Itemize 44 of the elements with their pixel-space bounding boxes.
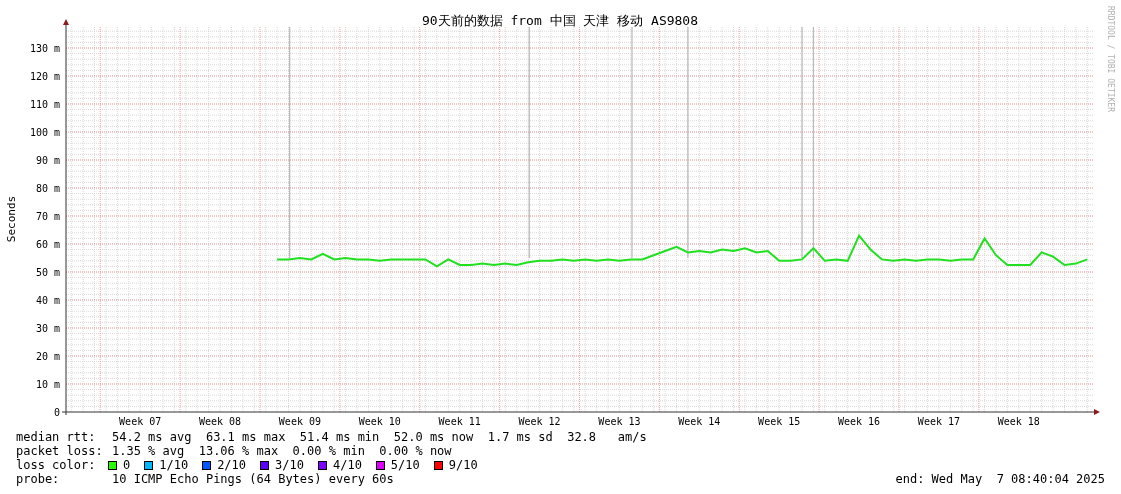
x-tick-label: Week 11 <box>438 416 481 427</box>
credit-text: RRDTOOL / TOBI OETIKER <box>1106 6 1115 112</box>
x-tick-label: Week 15 <box>758 416 801 427</box>
y-tick-label: 70 m <box>35 211 60 222</box>
legend-value: 1.35 % avg 13.06 % max 0.00 % min 0.00 % now <box>112 444 452 458</box>
x-tick-label: Week 18 <box>997 416 1040 427</box>
y-tick-label: 130 m <box>29 43 60 54</box>
y-tick-label: 40 m <box>35 295 60 306</box>
y-tick-label: 120 m <box>29 71 60 82</box>
y-tick-label: 80 m <box>35 183 60 194</box>
loss-color-label: 9/10 <box>448 458 478 472</box>
legend-label: probe: <box>16 472 61 486</box>
y-tick-label: 10 m <box>35 379 60 390</box>
loss-color-label: 3/10 <box>275 458 304 472</box>
x-tick-label: Week 08 <box>198 416 242 427</box>
legend-label: median rtt: <box>16 430 97 444</box>
y-tick-label: 100 m <box>29 127 60 138</box>
loss-color-label: 2/10 <box>217 458 247 472</box>
x-tick-label: Week 14 <box>678 416 721 427</box>
end-time: end: Wed May 7 08:40:04 2025 <box>895 472 1105 486</box>
y-tick-label: 110 m <box>29 99 60 110</box>
legend-value: 10 ICMP Echo Pings (64 Bytes) every 60s <box>112 472 394 486</box>
legend-label: packet loss: <box>16 444 104 458</box>
x-tick-label: Week 17 <box>917 416 961 427</box>
y-tick-label: 20 m <box>35 351 60 362</box>
x-tick-label: Week 09 <box>278 416 321 427</box>
y-tick-label: 90 m <box>35 155 60 166</box>
x-tick-label: Week 07 <box>119 416 162 427</box>
legend-value: 54.2 ms avg 63.1 ms max 51.4 ms min 52.0 ms now 1.7 ms sd 32.8 am/s <box>112 430 647 444</box>
loss-color-label: 1/10 <box>159 458 189 472</box>
chart-title: 90天前的数据 from 中国 天津 移动 AS9808 <box>421 13 699 28</box>
y-tick-label: 30 m <box>35 323 60 334</box>
y-tick-label: 0 <box>53 407 60 418</box>
x-tick-label: Week 13 <box>598 416 641 427</box>
x-tick-label: Week 12 <box>518 416 561 427</box>
y-tick-label: 60 m <box>35 239 60 250</box>
legend-label: loss color: <box>16 458 97 472</box>
x-tick-label: Week 16 <box>838 416 881 427</box>
y-axis-title: Seconds <box>5 195 18 243</box>
x-tick-label: Week 10 <box>358 416 401 427</box>
loss-color-label: 4/10 <box>332 458 362 472</box>
y-tick-label: 50 m <box>35 267 60 278</box>
loss-color-label: 5/10 <box>390 458 420 472</box>
loss-color-label: 0 <box>123 458 131 472</box>
